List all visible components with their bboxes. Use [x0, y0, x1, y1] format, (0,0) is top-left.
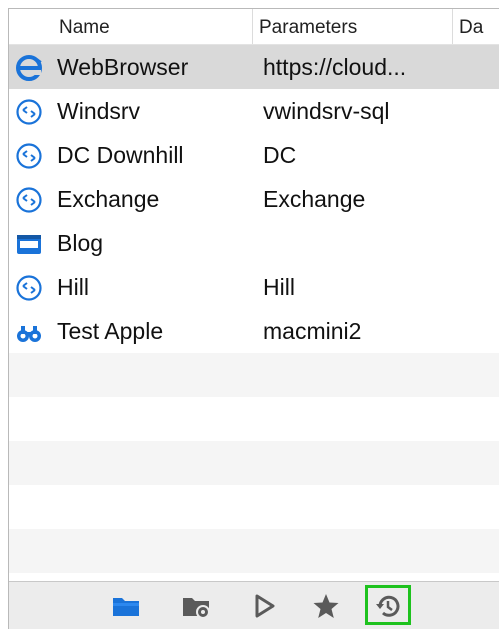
table-row[interactable]: Exchange Exchange: [9, 177, 499, 221]
empty-row: [9, 485, 499, 529]
bottom-toolbar: [9, 581, 499, 629]
row-name: Exchange: [57, 186, 160, 212]
web-browser-icon: [15, 54, 43, 82]
row-parameters: Hill: [263, 274, 295, 300]
remote-desktop-icon: [15, 274, 43, 302]
empty-row: [9, 353, 499, 397]
table-row[interactable]: Hill Hill: [9, 265, 499, 309]
row-parameters: https://cloud...: [263, 54, 407, 80]
column-header-date[interactable]: Da: [453, 9, 499, 44]
column-header-parameters[interactable]: Parameters: [253, 9, 453, 44]
connection-list: Name Parameters Da WebBrowser https://cl…: [9, 9, 499, 581]
row-name: WebBrowser: [57, 54, 189, 80]
row-name: Hill: [57, 274, 89, 300]
remote-desktop-icon: [15, 98, 43, 126]
remote-desktop-icon: [15, 142, 43, 170]
row-name: Blog: [57, 230, 104, 256]
play-icon[interactable]: [249, 592, 279, 622]
connection-list-panel: Name Parameters Da WebBrowser https://cl…: [8, 8, 499, 629]
ftp-folder-icon: [15, 230, 43, 258]
row-name: Test Apple: [57, 318, 164, 344]
row-parameters: DC: [263, 142, 297, 168]
empty-row: [9, 441, 499, 485]
empty-row: [9, 529, 499, 573]
table-row[interactable]: WebBrowser https://cloud...: [9, 45, 499, 89]
list-header: Name Parameters Da: [9, 9, 499, 45]
folder-gear-icon[interactable]: [181, 592, 211, 622]
row-parameters: Exchange: [263, 186, 366, 212]
screen-sharing-icon: [15, 318, 43, 346]
table-row[interactable]: Blog: [9, 221, 499, 265]
connection-rows: WebBrowser https://cloud... Windsrv vwin…: [9, 45, 499, 573]
folder-icon[interactable]: [111, 592, 141, 622]
table-row[interactable]: Test Apple macmini2: [9, 309, 499, 353]
table-row[interactable]: Windsrv vwindsrv-sql: [9, 89, 499, 133]
table-row[interactable]: DC Downhill DC: [9, 133, 499, 177]
history-icon[interactable]: [365, 585, 411, 625]
row-name: DC Downhill: [57, 142, 184, 168]
row-parameters: macmini2: [263, 318, 362, 344]
empty-row: [9, 397, 499, 441]
column-header-name[interactable]: Name: [53, 9, 253, 44]
star-icon[interactable]: [311, 592, 341, 622]
remote-desktop-icon: [15, 186, 43, 214]
row-name: Windsrv: [57, 98, 141, 124]
row-parameters: vwindsrv-sql: [263, 98, 390, 124]
